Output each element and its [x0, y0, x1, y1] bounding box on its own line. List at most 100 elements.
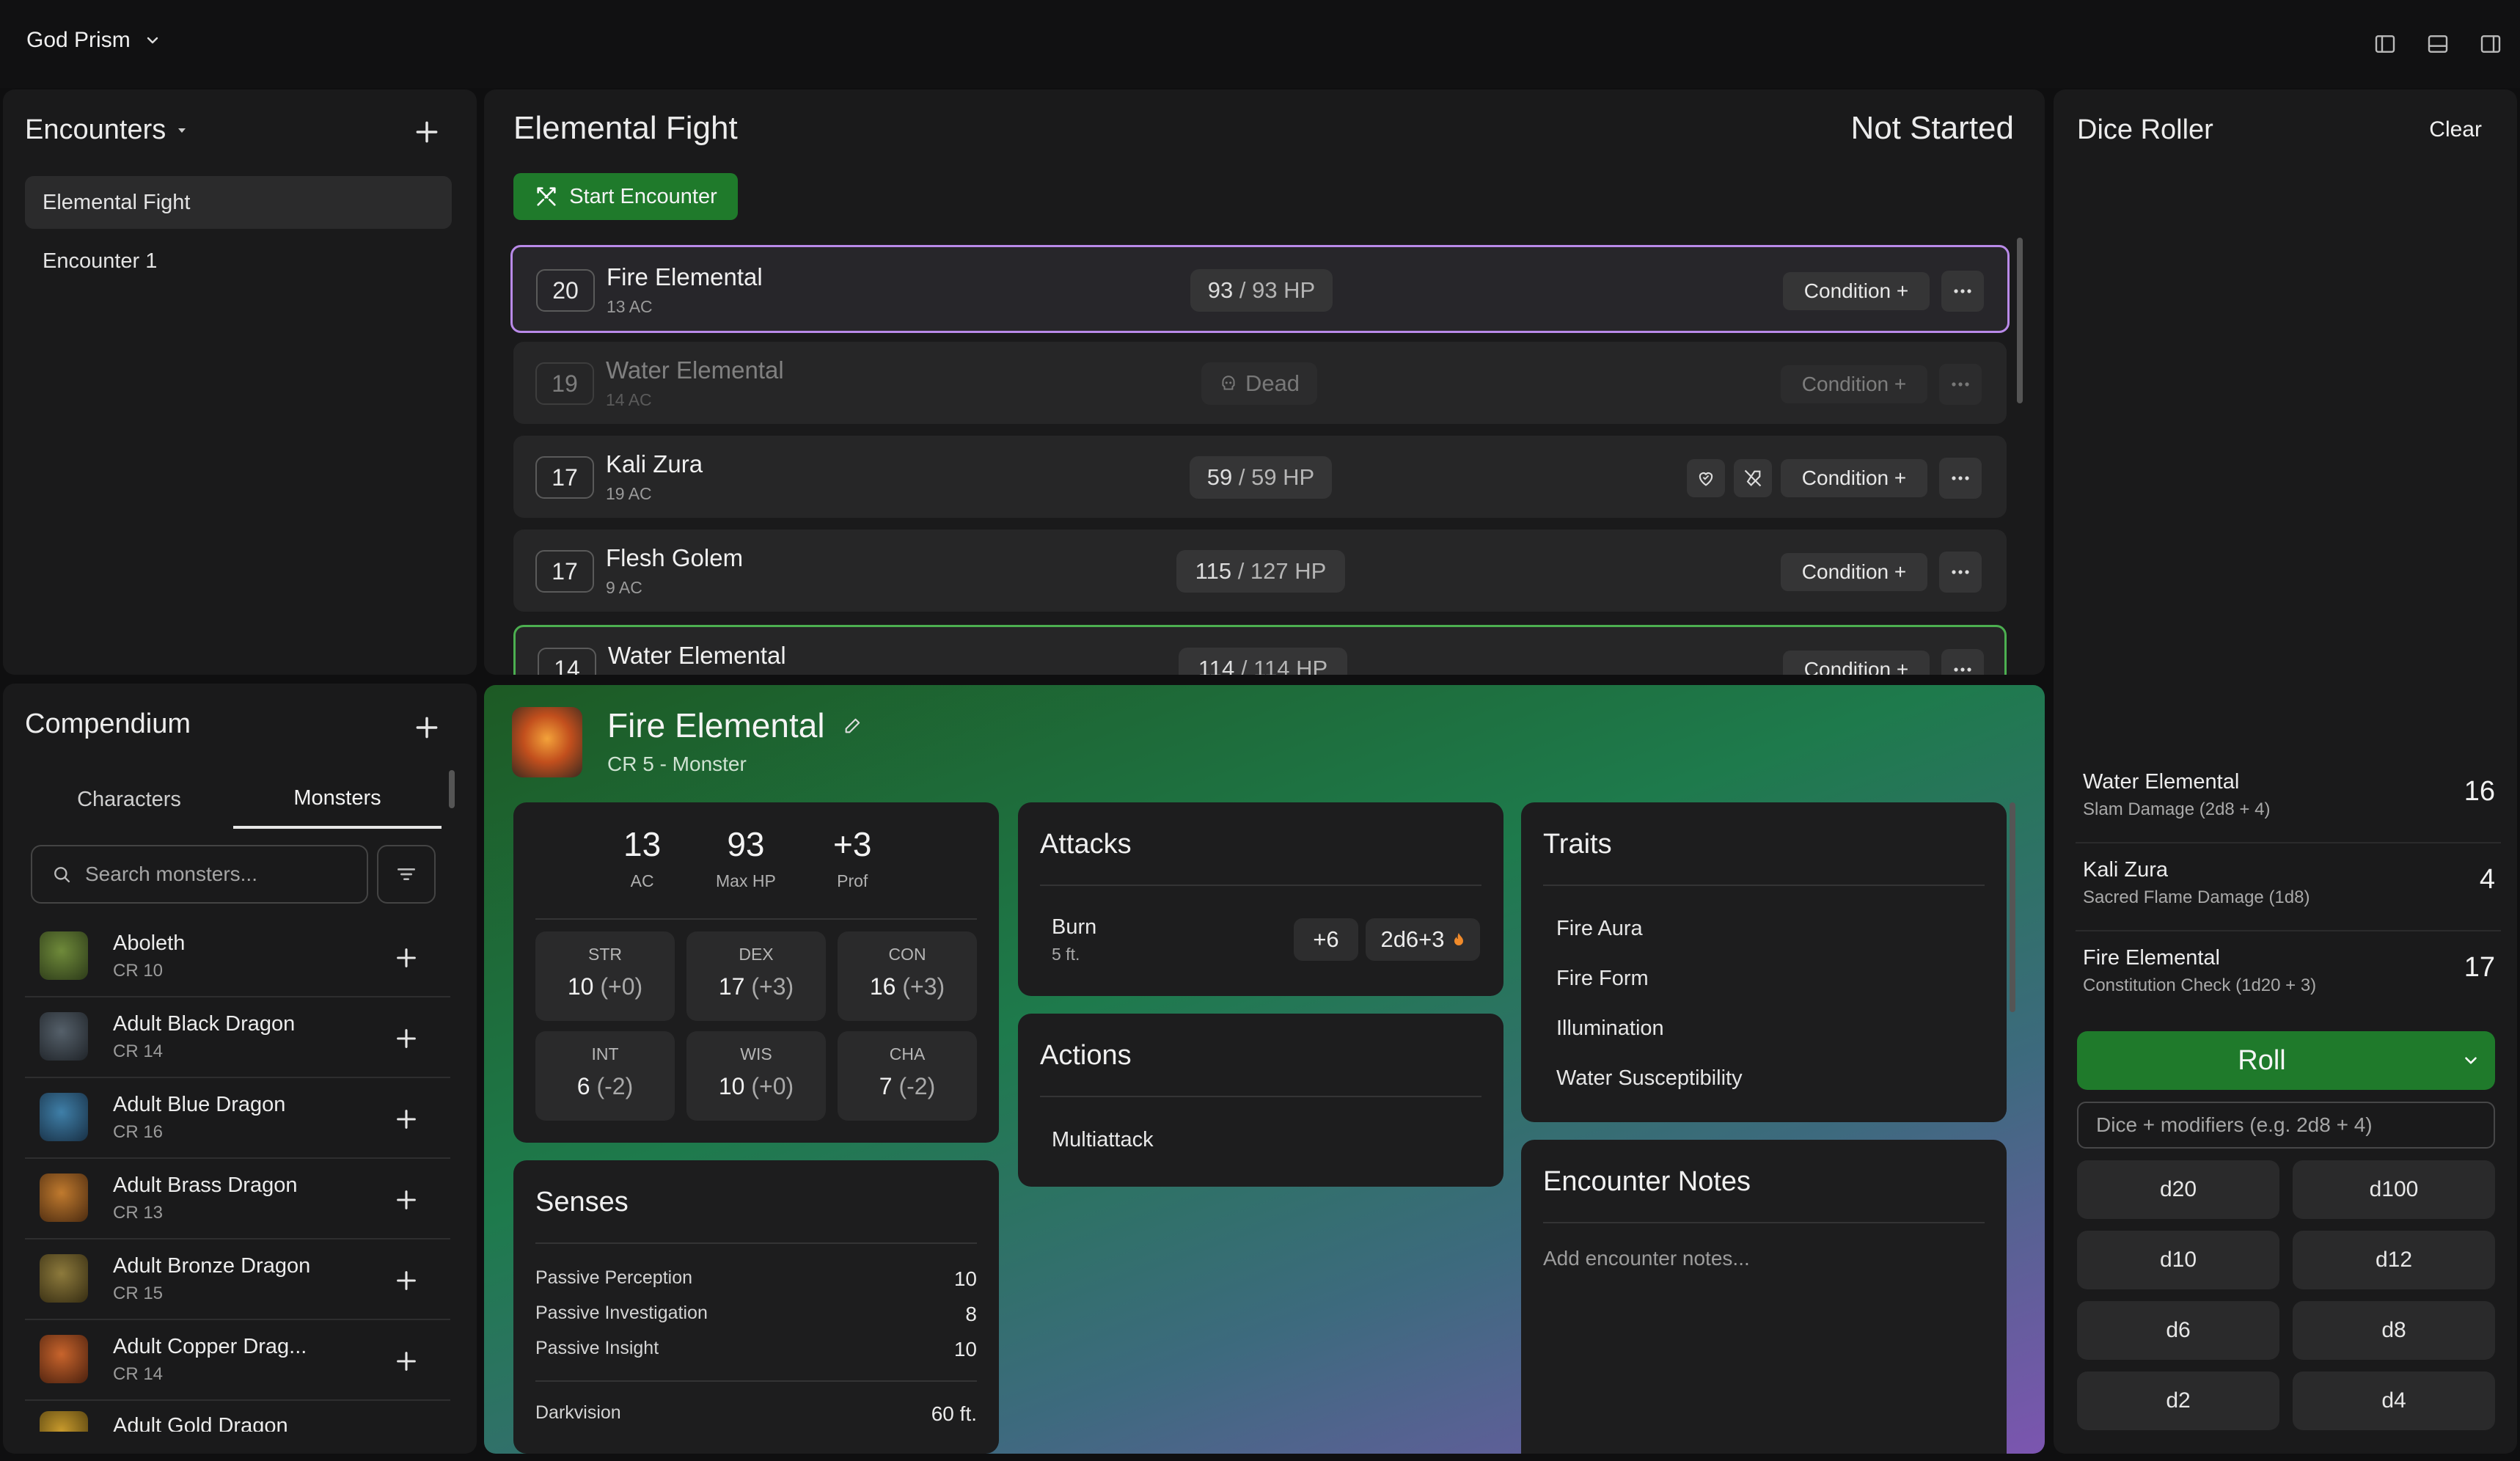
- trait-item[interactable]: Water Susceptibility: [1556, 1066, 1743, 1091]
- traits-card: Traits Fire Aura Fire Form Illumination …: [1521, 802, 2007, 1122]
- more-options-button[interactable]: [1941, 649, 1984, 675]
- die-button-d6[interactable]: d6: [2077, 1301, 2279, 1360]
- combatant-name: Fire Elemental: [607, 263, 763, 290]
- add-to-encounter-button[interactable]: [389, 1263, 424, 1298]
- add-to-encounter-button[interactable]: [389, 1102, 424, 1137]
- roll-result: 4: [2479, 864, 2495, 895]
- add-condition-button[interactable]: Condition +: [1781, 553, 1927, 591]
- tab-characters[interactable]: Characters: [25, 770, 233, 829]
- trait-item[interactable]: Fire Aura: [1556, 917, 1643, 941]
- initiative-badge[interactable]: 20: [536, 269, 595, 312]
- hp-separator: /: [1234, 656, 1254, 675]
- search-icon: [54, 867, 70, 883]
- filter-button[interactable]: [377, 845, 436, 904]
- hp-display[interactable]: 93 / 93 HP: [1190, 269, 1333, 312]
- plus-icon: [397, 948, 416, 967]
- list-item[interactable]: Aboleth CR 10: [25, 917, 450, 997]
- add-to-encounter-button[interactable]: [389, 1344, 424, 1379]
- list-item[interactable]: Adult Blue Dragon CR 16: [25, 1078, 450, 1159]
- ability-score-con[interactable]: CON 16 (+3): [838, 931, 977, 1021]
- initiative-badge[interactable]: 17: [535, 456, 594, 499]
- more-options-button[interactable]: [1939, 364, 1982, 405]
- combatant-name: Water Elemental: [606, 356, 784, 384]
- encounter-notes-input[interactable]: Add encounter notes...: [1543, 1247, 1985, 1452]
- search-placeholder: Search monsters...: [85, 863, 257, 885]
- roll-options-dropdown[interactable]: [2447, 1031, 2495, 1090]
- add-condition-button[interactable]: Condition +: [1781, 459, 1927, 497]
- list-item[interactable]: Adult Brass Dragon CR 13: [25, 1159, 450, 1240]
- die-button-d8[interactable]: d8: [2293, 1301, 2495, 1360]
- die-button-d4[interactable]: d4: [2293, 1372, 2495, 1430]
- edit-name-button[interactable]: [843, 715, 863, 736]
- add-to-encounter-button[interactable]: [389, 1182, 424, 1218]
- combatant-row-next[interactable]: 14 Water Elemental 114 / 114 HP Conditio…: [513, 625, 2007, 675]
- more-options-button[interactable]: [1939, 552, 1982, 593]
- ellipsis-icon: [1952, 382, 1969, 387]
- compendium-scrollbar[interactable]: [449, 770, 455, 808]
- more-options-button[interactable]: [1941, 271, 1984, 312]
- hp-current: 115: [1195, 558, 1232, 584]
- add-to-encounter-button[interactable]: [389, 940, 424, 975]
- add-condition-button[interactable]: Condition +: [1783, 272, 1930, 310]
- die-button-d100[interactable]: d100: [2293, 1160, 2495, 1219]
- add-to-encounter-button[interactable]: [389, 1021, 424, 1056]
- plus-icon: [397, 1352, 416, 1371]
- sense-label: Passive Investigation: [535, 1303, 708, 1323]
- dice-expression-input[interactable]: Dice + modifiers (e.g. 2d8 + 4): [2077, 1102, 2495, 1149]
- list-item[interactable]: Adult Copper Drag... CR 14: [25, 1320, 450, 1401]
- combatant-row[interactable]: 17 Flesh Golem 9 AC 115 / 127 HP Conditi…: [513, 530, 2007, 612]
- hp-display[interactable]: 59 / 59 HP: [1190, 456, 1332, 499]
- ability-score-dex[interactable]: DEX 17 (+3): [686, 931, 826, 1021]
- action-item[interactable]: Multiattack: [1052, 1128, 1154, 1152]
- hp-max: 93 HP: [1252, 277, 1316, 303]
- initiative-badge[interactable]: 17: [535, 550, 594, 593]
- list-item-partial[interactable]: Adult Gold Dragon: [25, 1401, 450, 1432]
- list-item[interactable]: Adult Bronze Dragon CR 15: [25, 1240, 450, 1320]
- add-compendium-entry-button[interactable]: [409, 710, 444, 745]
- initiative-badge[interactable]: 19: [535, 362, 594, 405]
- detail-scrollbar[interactable]: [2010, 802, 2015, 1012]
- die-button-d10[interactable]: d10: [2077, 1231, 2279, 1289]
- toggle-left-panel-button[interactable]: [2365, 26, 2406, 62]
- ellipsis-icon: [1952, 476, 1969, 480]
- trait-item[interactable]: Illumination: [1556, 1017, 1664, 1041]
- plus-icon: [416, 717, 438, 739]
- ability-score: 10: [567, 973, 594, 1000]
- list-item[interactable]: Adult Black Dragon CR 14: [25, 997, 450, 1078]
- hp-display[interactable]: 114 / 114 HP: [1179, 648, 1347, 675]
- monster-avatar: [40, 1335, 88, 1383]
- add-condition-button[interactable]: Condition +: [1781, 365, 1927, 403]
- die-button-d20[interactable]: d20: [2077, 1160, 2279, 1219]
- damage-roll-button[interactable]: 2d6+3: [1366, 918, 1480, 961]
- monster-search-input[interactable]: Search monsters...: [31, 845, 368, 904]
- trait-item[interactable]: Fire Form: [1556, 967, 1649, 991]
- monster-cr: CR 15: [113, 1284, 164, 1303]
- combatant-row[interactable]: 17 Kali Zura 19 AC 59 / 59 HP Condition …: [513, 436, 2007, 518]
- ability-score-wis[interactable]: WIS 10 (+0): [686, 1031, 826, 1121]
- add-condition-button[interactable]: Condition +: [1783, 651, 1930, 675]
- tab-monsters[interactable]: Monsters: [233, 770, 442, 829]
- toggle-right-panel-button[interactable]: [2470, 26, 2511, 62]
- more-options-button[interactable]: [1939, 458, 1982, 499]
- no-attack-toggle[interactable]: [1734, 459, 1772, 497]
- monster-name: Adult Copper Drag...: [113, 1335, 307, 1358]
- roll-button[interactable]: Roll: [2077, 1031, 2495, 1090]
- combatant-row-dead[interactable]: 19 Water Elemental 14 AC Dead Condition …: [513, 342, 2007, 424]
- roll-description: Constitution Check (1d20 + 3): [2083, 975, 2317, 995]
- ability-score-int[interactable]: INT 6 (-2): [535, 1031, 675, 1121]
- die-button-d12[interactable]: d12: [2293, 1231, 2495, 1289]
- clear-history-button[interactable]: Clear: [2416, 117, 2482, 142]
- combatant-row-current[interactable]: 20 Fire Elemental 13 AC 93 / 93 HP Condi…: [510, 245, 2010, 333]
- toggle-bottom-panel-button[interactable]: [2417, 26, 2458, 62]
- roll-source: Kali Zura: [2083, 858, 2169, 882]
- initiative-badge[interactable]: 14: [538, 648, 596, 675]
- concentration-toggle[interactable]: [1687, 459, 1725, 497]
- hp-display[interactable]: 115 / 127 HP: [1176, 550, 1345, 593]
- ability-score-str[interactable]: STR 10 (+0): [535, 931, 675, 1021]
- ability-score-cha[interactable]: CHA 7 (-2): [838, 1031, 977, 1121]
- attack-roll-button[interactable]: +6: [1294, 918, 1358, 961]
- ability-mod: (-2): [596, 1073, 634, 1099]
- prof-stat: +3 Prof: [833, 824, 871, 891]
- combatant-ac: 13 AC: [607, 297, 653, 316]
- die-button-d2[interactable]: d2: [2077, 1372, 2279, 1430]
